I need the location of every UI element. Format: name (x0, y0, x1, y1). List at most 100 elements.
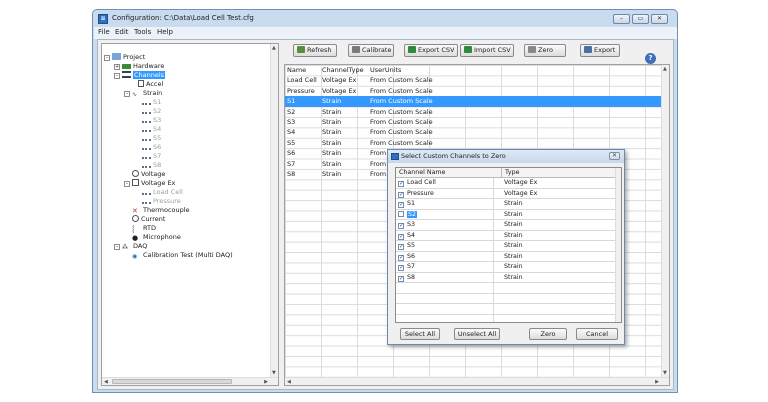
grid-header-channeltype[interactable]: ChannelType (322, 65, 364, 75)
tree-daq[interactable]: ⁂ DAQ (122, 242, 147, 251)
checkbox[interactable]: ✓ (398, 233, 404, 240)
tree-hardware[interactable]: Hardware (122, 62, 164, 71)
table-row[interactable]: Pressure Voltage Ex From Custom Scale (285, 86, 669, 96)
tree-accel[interactable]: Accel (138, 80, 163, 89)
minimize-button[interactable]: – (613, 14, 630, 24)
row-type: Strain (504, 273, 523, 281)
scroll-left-icon[interactable]: ◀ (287, 379, 291, 385)
collapse-channels-icon[interactable]: – (114, 73, 120, 79)
tree-strain-s6[interactable]: S6 (142, 143, 161, 152)
menu-help[interactable]: Help (157, 28, 173, 36)
tree-load-cell[interactable]: Load Cell (142, 188, 183, 197)
scroll-right-icon[interactable]: ▶ (655, 379, 659, 385)
cell-name: Load Cell (287, 76, 317, 85)
tree-strain-s7[interactable]: S7 (142, 152, 161, 161)
scroll-right-icon[interactable]: ▶ (264, 379, 268, 385)
tree-microphone[interactable]: ● Microphone (132, 233, 181, 242)
expand-hardware-icon[interactable]: + (114, 64, 120, 70)
menu-edit[interactable]: Edit (115, 28, 129, 36)
scroll-up-icon[interactable]: ▲ (663, 66, 667, 72)
row-type: Strain (504, 263, 523, 270)
scroll-down-icon[interactable]: ▼ (663, 370, 667, 376)
table-row[interactable]: S5 Strain From Custom Scale (285, 138, 669, 148)
grid-vertical-scrollbar[interactable]: ▲ ▼ (661, 65, 669, 385)
collapse-voltage-ex-icon[interactable]: – (124, 181, 130, 187)
table-row[interactable]: S3 Strain From Custom Scale (285, 117, 669, 127)
export-button[interactable]: Export (580, 44, 620, 57)
scroll-left-icon[interactable]: ◀ (104, 379, 108, 385)
col-channel-name[interactable]: Channel Name (399, 169, 445, 176)
list-item[interactable]: ✓ Load Cell Voltage Ex (396, 178, 616, 189)
tree-strain-s5[interactable]: S5 (142, 134, 161, 143)
menu-tools[interactable]: Tools (134, 28, 151, 36)
tree-vertical-scrollbar[interactable]: ▲ ▼ (270, 44, 278, 385)
list-item[interactable]: ✓ S7 Strain (396, 262, 616, 273)
table-row[interactable]: S4 Strain From Custom Scale (285, 127, 669, 137)
close-button[interactable]: ✕ (651, 14, 668, 24)
help-icon[interactable]: ? (645, 53, 656, 64)
list-item[interactable]: ✓ S1 Strain (396, 199, 616, 210)
checkbox[interactable]: ✓ (398, 202, 404, 208)
grid-header-userunits[interactable]: UserUnits (370, 65, 401, 75)
checkbox[interactable]: ✓ (398, 275, 404, 282)
calibrate-button[interactable]: Calibrate (348, 44, 394, 57)
zero-button[interactable]: Zero (524, 44, 566, 57)
tree-project-label: Project (123, 53, 146, 61)
table-row[interactable]: S2 Strain From Custom Scale (285, 107, 669, 117)
tree-pressure[interactable]: Pressure (142, 197, 181, 206)
checkbox[interactable]: ✓ (398, 265, 404, 271)
tree-strain-s1[interactable]: S1 (142, 98, 161, 107)
list-item[interactable]: ✓ S3 Strain (396, 220, 616, 231)
list-item[interactable]: S2 Strain (396, 209, 616, 220)
checkbox[interactable]: ✓ (398, 191, 404, 198)
tree-strain[interactable]: ∿ Strain (132, 89, 162, 98)
tree-strain-s2[interactable]: S2 (142, 107, 161, 116)
list-item[interactable]: ✓ Pressure Voltage Ex (396, 188, 616, 199)
tree-strain-s8[interactable]: S8 (142, 161, 161, 170)
grid-horizontal-scrollbar[interactable]: ◀ ▶ (285, 377, 669, 385)
import-csv-button[interactable]: Import CSV (460, 44, 514, 57)
collapse-project-icon[interactable]: – (104, 55, 110, 61)
list-item[interactable]: ✓ S5 Strain (396, 241, 616, 252)
checkbox[interactable]: ✓ (398, 223, 404, 229)
export-csv-button[interactable]: Export CSV (404, 44, 458, 57)
dialog-vertical-scrollbar[interactable] (615, 168, 621, 322)
collapse-strain-icon[interactable]: – (124, 91, 130, 97)
tree-current[interactable]: Current (132, 215, 165, 224)
list-item[interactable]: ✓ S4 Strain (396, 230, 616, 241)
tree-project[interactable]: Project (112, 53, 145, 62)
menu-file[interactable]: File (98, 28, 110, 36)
checkbox[interactable]: ✓ (398, 181, 404, 187)
dialog-cancel-button[interactable]: Cancel (576, 328, 618, 340)
scroll-down-icon[interactable]: ▼ (272, 370, 276, 376)
tree-strain-s3[interactable]: S3 (142, 116, 161, 125)
tree-voltage-ex[interactable]: Voltage Ex (132, 179, 175, 188)
tree-rtd[interactable]: ⸾ RTD (132, 224, 156, 233)
dialog-close-button[interactable]: ✕ (609, 152, 620, 160)
tree-thermocouple[interactable]: ✕ Thermocouple (132, 206, 190, 215)
table-row[interactable]: Load Cell Voltage Ex From Custom Scale (285, 75, 669, 85)
tree-voltage[interactable]: Voltage (132, 170, 165, 179)
maximize-button[interactable]: ▭ (632, 14, 649, 24)
list-item[interactable]: ✓ S6 Strain (396, 251, 616, 262)
tree-strain-s4[interactable]: S4 (142, 125, 161, 134)
checkbox[interactable] (398, 210, 404, 217)
tree-channels[interactable]: Channels (122, 71, 166, 80)
grid-header-name[interactable]: Name (287, 65, 306, 75)
dialog-zero-button[interactable]: Zero (529, 328, 567, 340)
col-type[interactable]: Type (505, 169, 519, 176)
checkbox[interactable]: ✓ (398, 244, 404, 250)
unselect-all-button[interactable]: Unselect All (454, 328, 500, 340)
table-row-selected[interactable]: S1 Strain From Custom Scale (285, 96, 669, 107)
list-item[interactable]: ✓ S8 Strain (396, 272, 616, 283)
select-all-button[interactable]: Select All (400, 328, 440, 340)
checkbox[interactable]: ✓ (398, 254, 404, 261)
collapse-daq-icon[interactable]: – (114, 244, 120, 250)
channel-icon (142, 197, 151, 204)
tree-calibration-test[interactable]: ◉ Calibration Test (Multi DAQ) (132, 251, 233, 260)
tree-horizontal-scrollbar[interactable]: ◀ ▶ (102, 377, 278, 385)
scroll-thumb[interactable] (112, 379, 232, 384)
refresh-button[interactable]: Refresh (293, 44, 337, 57)
cell-type: Voltage Ex (322, 86, 357, 95)
scroll-up-icon[interactable]: ▲ (272, 45, 276, 51)
